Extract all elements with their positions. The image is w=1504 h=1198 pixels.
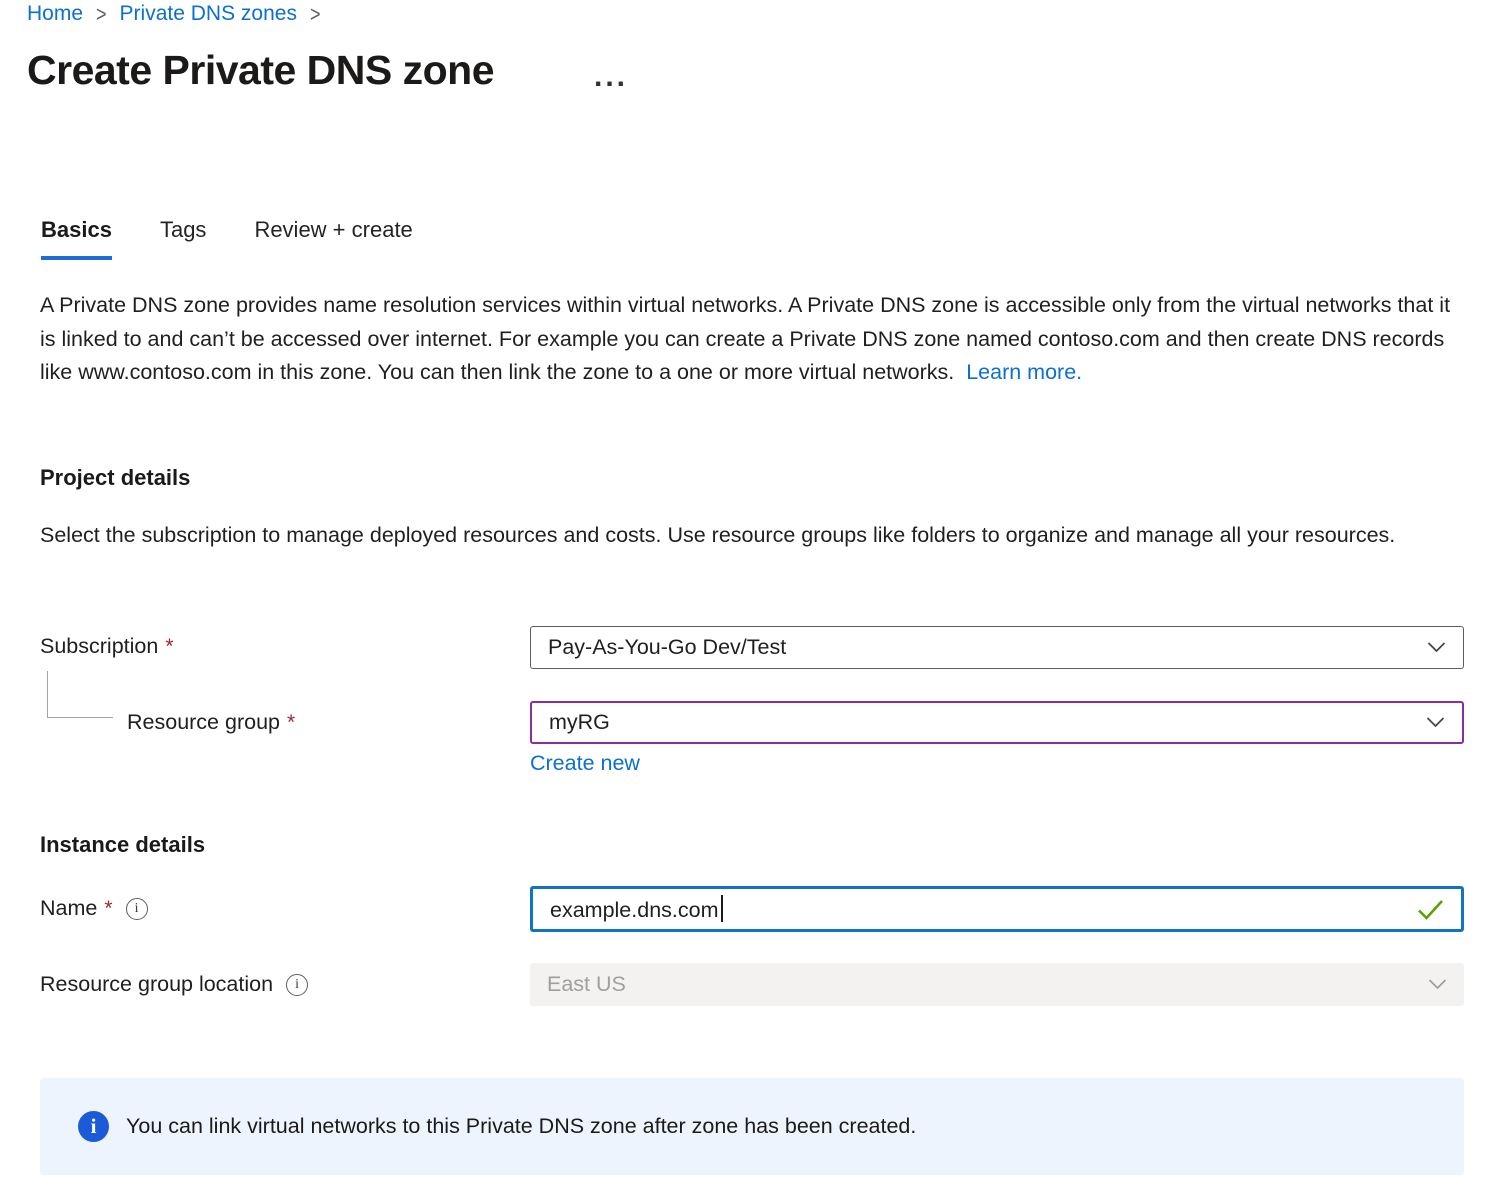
- info-icon[interactable]: i: [286, 974, 308, 996]
- instance-details-heading: Instance details: [40, 832, 205, 858]
- breadcrumb-private-dns-zones-link[interactable]: Private DNS zones: [120, 2, 297, 26]
- breadcrumb-home-link[interactable]: Home: [27, 2, 83, 26]
- name-label-text: Name: [40, 896, 97, 921]
- page-title: Create Private DNS zone: [27, 47, 494, 94]
- resource-group-location-label-text: Resource group location: [40, 972, 273, 997]
- required-asterisk: *: [287, 711, 295, 735]
- chevron-down-icon: [1428, 979, 1447, 990]
- info-banner-message: You can link virtual networks to this Pr…: [126, 1114, 916, 1139]
- resource-group-dropdown[interactable]: myRG: [530, 701, 1464, 744]
- project-details-heading: Project details: [40, 465, 190, 491]
- project-details-description: Select the subscription to manage deploy…: [40, 518, 1460, 552]
- breadcrumb-chevron-icon: >: [96, 1, 107, 27]
- subscription-label: Subscription *: [40, 634, 174, 659]
- valid-checkmark-icon: [1417, 899, 1444, 920]
- subscription-label-text: Subscription: [40, 634, 158, 659]
- subscription-value: Pay-As-You-Go Dev/Test: [548, 635, 786, 660]
- intro-text: A Private DNS zone provides name resolut…: [40, 289, 1454, 390]
- info-banner: i You can link virtual networks to this …: [40, 1078, 1464, 1175]
- name-input-value: example.dns.com: [550, 895, 723, 923]
- breadcrumb: Home > Private DNS zones >: [27, 2, 320, 26]
- tab-bar: Basics Tags Review + create: [41, 217, 413, 260]
- name-label: Name * i: [40, 896, 148, 921]
- breadcrumb-chevron-icon: >: [310, 1, 321, 27]
- info-icon[interactable]: i: [126, 898, 148, 920]
- resource-group-location-value: East US: [547, 972, 626, 997]
- tab-basics[interactable]: Basics: [41, 217, 112, 260]
- create-private-dns-zone-page: Home > Private DNS zones > Create Privat…: [0, 0, 1504, 1198]
- learn-more-link[interactable]: Learn more.: [966, 360, 1082, 384]
- name-input[interactable]: example.dns.com: [530, 886, 1464, 932]
- text-cursor: [721, 895, 723, 922]
- resource-group-value: myRG: [549, 710, 610, 735]
- tab-tags[interactable]: Tags: [160, 217, 206, 260]
- resource-group-label: Resource group *: [127, 710, 295, 735]
- info-icon: i: [78, 1111, 109, 1142]
- subscription-dropdown[interactable]: Pay-As-You-Go Dev/Test: [530, 626, 1464, 669]
- chevron-down-icon: [1426, 717, 1445, 728]
- required-asterisk: *: [104, 897, 112, 921]
- chevron-down-icon: [1427, 642, 1446, 653]
- tab-review-create[interactable]: Review + create: [254, 217, 412, 260]
- intro-description: A Private DNS zone provides name resolut…: [40, 293, 1450, 384]
- required-asterisk: *: [165, 635, 173, 659]
- create-new-link[interactable]: Create new: [530, 751, 640, 776]
- resource-group-location-label: Resource group location i: [40, 972, 308, 997]
- resource-group-location-dropdown: East US: [530, 963, 1464, 1006]
- more-options-button[interactable]: ...: [590, 58, 632, 96]
- resource-group-label-text: Resource group: [127, 710, 280, 735]
- subscription-resource-group-connector: [47, 671, 113, 718]
